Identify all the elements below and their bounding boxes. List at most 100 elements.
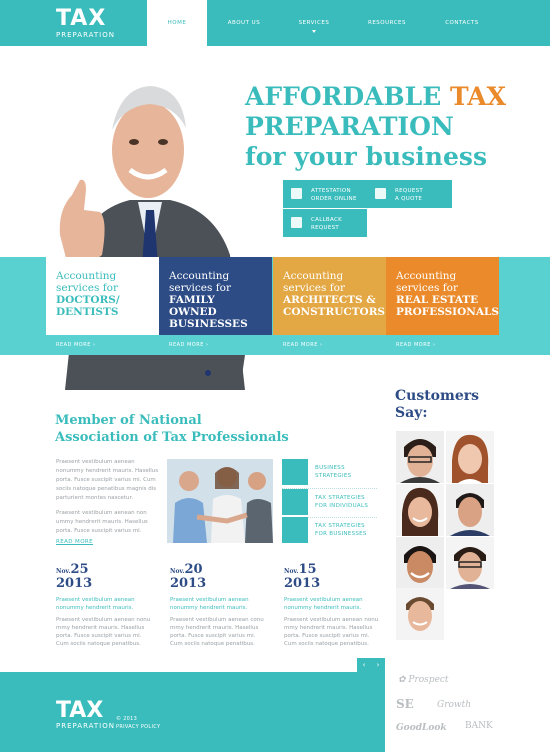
- callback-request-button[interactable]: CALLBACK REQUEST: [283, 209, 367, 237]
- news-lead[interactable]: Praesent vestibulum aenean nonummy hendre…: [170, 596, 270, 612]
- feature-tax-businesses[interactable]: TAX STRATEGIES FOR BUSINESSES: [282, 517, 377, 543]
- body-line: Cum sociis natoque penatibus.: [56, 641, 141, 647]
- news-date: Nov.15 2013: [284, 562, 384, 590]
- page: TAX PREPARATION HOME ABOUT US SERVICES R…: [0, 0, 550, 752]
- customer-avatar[interactable]: [396, 484, 444, 536]
- member-read-more-link[interactable]: READ MORE: [56, 539, 93, 545]
- customer-avatar[interactable]: [446, 431, 494, 483]
- attestation-label-2: ORDER ONLINE: [311, 196, 357, 202]
- service-realestate-l2: services for: [396, 282, 458, 294]
- body-line: Praesent vestibulum aenean nonu: [56, 617, 151, 623]
- read-more-label: READ MORE: [169, 342, 204, 348]
- nav-about-us[interactable]: ABOUT US: [214, 0, 274, 46]
- p1-line: nonummy hendrerit mauris. Hasellus: [56, 468, 159, 474]
- customer-avatar[interactable]: [396, 588, 444, 640]
- nav-contacts[interactable]: CONTACTS: [432, 0, 492, 46]
- customer-avatar[interactable]: [396, 537, 444, 589]
- read-more-label: READ MORE: [283, 342, 318, 348]
- member-heading-line1: Member of National: [55, 413, 202, 428]
- news-item[interactable]: Nov.15 2013 Praesent vestibulum aenean non…: [284, 562, 384, 648]
- body-line: Praesent vestibulum aenean conu: [170, 617, 264, 623]
- customer-avatar[interactable]: [396, 431, 444, 483]
- nav-home[interactable]: HOME: [147, 0, 207, 46]
- news-item[interactable]: Nov.20 2013 Praesent vestibulum aenean non…: [170, 562, 270, 648]
- news-next-button[interactable]: ›: [371, 658, 385, 672]
- read-more-family-link[interactable]: READ MORE ›: [169, 342, 208, 348]
- body-line: Cum sociis natoque penatibus.: [170, 641, 255, 647]
- customers-title-l1: Customers: [395, 388, 479, 404]
- footer-logo[interactable]: TAX PREPARATION: [56, 698, 115, 731]
- news-body: Praesent vestibulum aenean nonu mmy hendr…: [284, 616, 384, 648]
- copyright-text: © 2013: [116, 716, 138, 722]
- member-heading: Member of National Association of Tax Pr…: [55, 412, 385, 446]
- p1-line: Praesent vestibulum aenean: [56, 459, 135, 465]
- nav-services[interactable]: SERVICES: [284, 0, 344, 46]
- feature-business-strategies[interactable]: BUSINESS STRATEGIES: [282, 459, 377, 485]
- hero-title-accent: TAX: [450, 82, 507, 111]
- news-item[interactable]: Nov.25 2013 Praesent vestibulum aenean non…: [56, 562, 156, 648]
- body-line: mmy hendrerit mauris. Hasellus: [284, 625, 373, 631]
- news-month: Nov.: [170, 568, 185, 575]
- service-arch-l1: Accounting: [283, 270, 344, 282]
- request-quote-button[interactable]: REQUEST A QUOTE: [367, 180, 452, 208]
- read-more-label: READ MORE: [396, 342, 431, 348]
- logo-subtitle: PREPARATION: [56, 31, 115, 39]
- site-logo[interactable]: TAX PREPARATION: [56, 6, 115, 40]
- nav-services-label: SERVICES: [298, 20, 330, 26]
- news-date: Nov.25 2013: [56, 562, 156, 590]
- service-doctors-l1: Accounting: [56, 270, 117, 282]
- attestation-order-button[interactable]: ATTESTATION ORDER ONLINE: [283, 180, 367, 208]
- customer-avatar[interactable]: [446, 484, 494, 536]
- service-family-l3: FAMILY OWNED: [169, 294, 217, 318]
- service-realestate-l1: Accounting: [396, 270, 457, 282]
- service-arch-l4: CONSTRUCTORS: [283, 306, 386, 318]
- lead-line: nonummy hendrerit mauris.: [170, 605, 248, 611]
- service-arch-l3: ARCHITECTS &: [283, 294, 376, 306]
- logo-title: TAX: [56, 6, 107, 31]
- partner-name: Prospect: [408, 675, 449, 685]
- service-card-architects[interactable]: Accounting services for ARCHITECTS & CON…: [273, 257, 386, 335]
- hero-suit-bottom-image: [90, 355, 245, 389]
- hero-title-line3: for your business: [245, 142, 488, 171]
- body-line: Praesent vestibulum aenean nonu: [284, 617, 379, 623]
- read-more-realestate-link[interactable]: READ MORE ›: [396, 342, 435, 348]
- news-lead[interactable]: Praesent vestibulum aenean nonummy hendre…: [56, 596, 156, 612]
- feature-1-l2: STRATEGIES: [315, 473, 352, 479]
- service-card-real-estate[interactable]: Accounting services for REAL ESTATE PROF…: [386, 257, 499, 335]
- news-year: 2013: [56, 576, 93, 591]
- footer-logo-title: TAX: [56, 698, 104, 723]
- partner-logo-seo: SE: [396, 697, 414, 711]
- news-month: Nov.: [56, 568, 71, 575]
- customers-say-heading: Customers Say:: [395, 388, 479, 422]
- service-card-family-business[interactable]: Accounting services for FAMILY OWNED BUS…: [159, 257, 272, 335]
- body-line: mmy hendrerit mauris. Hasellus: [56, 625, 145, 631]
- body-line: mmy hendrerit mauris. Hasellus: [170, 625, 259, 631]
- service-family-l1: Accounting: [169, 270, 230, 282]
- read-more-label: READ MORE: [56, 342, 91, 348]
- feature-tax-individuals[interactable]: TAX STRATEGIES FOR INDIVIDUALS: [282, 489, 377, 515]
- p2-line: porta. Fusce suscipit varius mi.: [56, 528, 142, 534]
- service-arch-l2: services for: [283, 282, 345, 294]
- quote-label-2: A QUOTE: [395, 196, 423, 202]
- chart-icon: [282, 459, 308, 485]
- news-prev-button[interactable]: ‹: [357, 658, 371, 672]
- service-doctors-l4: DENTISTS: [56, 306, 119, 318]
- news-year: 2013: [170, 576, 207, 591]
- read-more-doctors-link[interactable]: READ MORE ›: [56, 342, 95, 348]
- p1-line: sociis natoque penatibus magnis dis: [56, 486, 157, 492]
- member-paragraph-2: Praesent vestibulum aenean non ummy hend…: [56, 509, 162, 536]
- p2-line: ummy hendrerit mauris. Hasellus: [56, 519, 148, 525]
- callback-label-1: CALLBACK: [311, 217, 343, 223]
- feature-2-l1: TAX STRATEGIES: [315, 495, 365, 501]
- nav-resources[interactable]: RESOURCES: [357, 0, 417, 46]
- body-line: Cum sociis natoque penatibus.: [284, 641, 369, 647]
- customers-title-l2: Say:: [395, 405, 428, 421]
- p2-line: Praesent vestibulum aenean non: [56, 510, 147, 516]
- news-lead[interactable]: Praesent vestibulum aenean nonummy hendre…: [284, 596, 384, 612]
- news-day: 15: [298, 562, 317, 577]
- read-more-architects-link[interactable]: READ MORE ›: [283, 342, 322, 348]
- privacy-policy-link[interactable]: PRIVACY POLICY: [116, 723, 160, 731]
- footer-logo-subtitle: PREPARATION: [56, 722, 115, 730]
- customer-avatar[interactable]: [446, 537, 494, 589]
- service-card-doctors[interactable]: Accounting services for DOCTORS/ DENTIST…: [46, 257, 159, 335]
